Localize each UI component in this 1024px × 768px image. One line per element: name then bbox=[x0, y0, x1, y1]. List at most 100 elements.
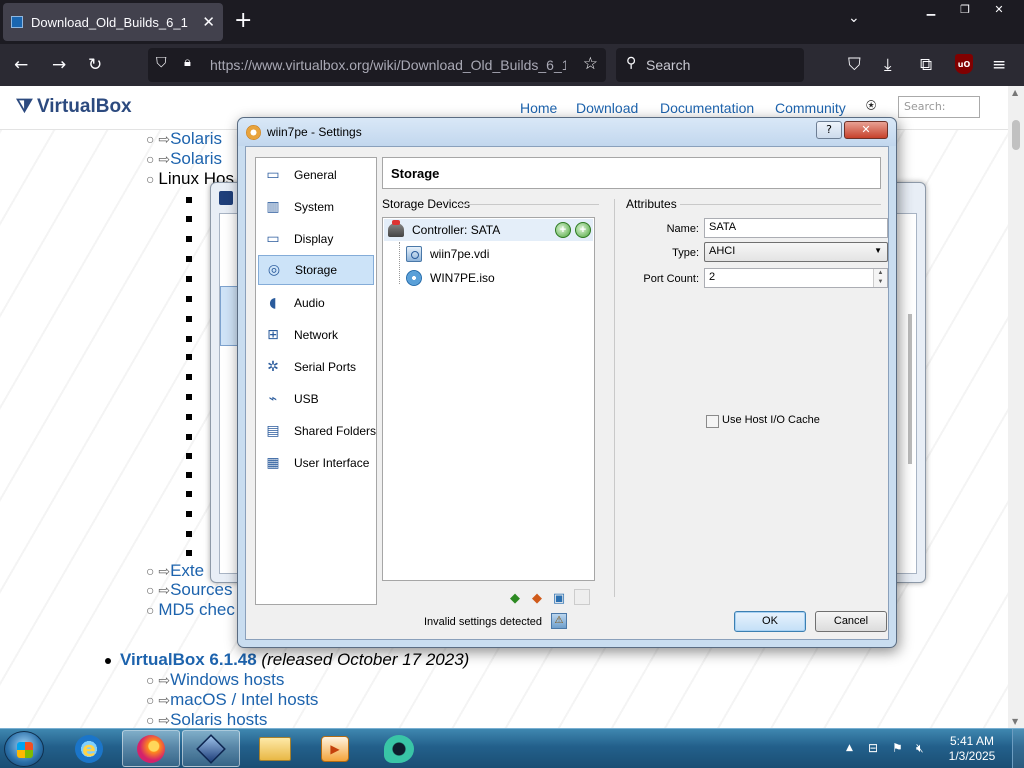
nav-download[interactable]: Download bbox=[576, 100, 638, 116]
forward-icon[interactable]: → bbox=[52, 54, 66, 76]
show-desktop-button[interactable] bbox=[1012, 729, 1024, 768]
taskbar-virtualbox[interactable] bbox=[182, 730, 240, 767]
page-scrollbar[interactable]: ▲ ▼ bbox=[1008, 86, 1024, 728]
add-attachment-icon[interactable]: ▣ bbox=[550, 589, 568, 607]
controller-type-select[interactable]: AHCI ▼ bbox=[704, 242, 888, 262]
nav-item-network[interactable]: ⊞ Network bbox=[258, 320, 374, 350]
site-search-input[interactable]: Search: bbox=[898, 96, 980, 118]
scroll-down-icon[interactable]: ▼ bbox=[1012, 717, 1018, 726]
list-item[interactable]: ○ ⇨macOS / Intel hosts bbox=[146, 690, 318, 710]
show-hidden-icons-icon[interactable]: ▲ bbox=[846, 743, 853, 753]
dialog-titlebar[interactable]: wiin7pe - Settings ? ✕ bbox=[238, 118, 896, 146]
hard-disk-item[interactable]: wiin7pe.vdi bbox=[384, 243, 593, 265]
solaris-hosts-link[interactable]: Solaris hosts bbox=[170, 710, 267, 728]
settings-dialog: wiin7pe - Settings ? ✕ ▭ General ▥ Syste… bbox=[237, 117, 897, 648]
restore-icon[interactable]: ❐ bbox=[948, 0, 982, 18]
host-io-cache-checkbox[interactable] bbox=[706, 415, 719, 428]
action-center-flag-icon[interactable]: ⚑ bbox=[892, 741, 903, 755]
nav-documentation[interactable]: Documentation bbox=[660, 100, 754, 116]
reload-icon[interactable]: ↻ bbox=[88, 54, 102, 76]
close-window-icon[interactable]: ✕ bbox=[982, 0, 1016, 18]
firefox-icon bbox=[137, 734, 165, 763]
minimize-icon[interactable]: ▁ bbox=[914, 0, 948, 18]
remove-controller-icon[interactable]: ◆ bbox=[528, 589, 546, 607]
add-hard-disk-icon[interactable]: + bbox=[575, 222, 591, 238]
tracking-protection-icon[interactable]: ⛉ bbox=[156, 55, 167, 71]
taskbar-internet-explorer[interactable]: e bbox=[60, 730, 118, 767]
help-button[interactable]: ? bbox=[816, 121, 842, 139]
extensions-icon[interactable]: ⧉ bbox=[920, 54, 932, 76]
user-icon[interactable]: ⍟ bbox=[866, 96, 876, 116]
nav-item-serial-ports[interactable]: ✲ Serial Ports bbox=[258, 352, 374, 382]
nav-item-shared-folders[interactable]: ▤ Shared Folders bbox=[258, 416, 376, 446]
downloads-icon[interactable]: ⤓ bbox=[884, 54, 892, 76]
list-item[interactable]: ○ ⇨Windows hosts bbox=[146, 670, 284, 690]
remove-attachment-icon bbox=[574, 589, 590, 605]
scroll-up-icon[interactable]: ▲ bbox=[1012, 88, 1018, 97]
url-text[interactable]: https://www.virtualbox.org/wiki/Download… bbox=[210, 57, 566, 73]
nav-item-user-interface[interactable]: ▦ User Interface bbox=[258, 448, 374, 478]
network-icon: ⊞ bbox=[267, 327, 279, 343]
add-optical-drive-icon[interactable]: + bbox=[555, 222, 571, 238]
macos-hosts-link[interactable]: macOS / Intel hosts bbox=[170, 690, 318, 709]
controller-name-input[interactable]: SATA bbox=[704, 218, 888, 238]
bookmark-star-icon[interactable]: ☆ bbox=[583, 54, 598, 74]
release-date: (released October 17 2023) bbox=[256, 650, 470, 669]
release-name-link[interactable]: VirtualBox 6.1.48 bbox=[120, 650, 257, 669]
nav-home[interactable]: Home bbox=[520, 100, 557, 116]
list-item[interactable]: ○ ⇨Solaris bbox=[146, 129, 222, 149]
url-bar[interactable]: ⛉ 🔒︎ https://www.virtualbox.org/wiki/Dow… bbox=[148, 48, 606, 82]
usb-icon: ⌁ bbox=[268, 391, 278, 407]
back-icon[interactable]: ← bbox=[14, 54, 28, 76]
ublock-origin-icon[interactable]: uO bbox=[955, 54, 973, 74]
md5-checksums-link[interactable]: MD5 chec bbox=[158, 600, 235, 619]
list-item[interactable]: ○ ⇨Solaris bbox=[146, 149, 222, 169]
scrollbar-thumb[interactable] bbox=[1012, 120, 1020, 150]
pocket-icon[interactable]: ⛉ bbox=[848, 54, 861, 76]
solaris-link[interactable]: Solaris bbox=[170, 149, 222, 168]
windows-hosts-link[interactable]: Windows hosts bbox=[170, 670, 284, 689]
list-item[interactable]: ○ ⇨Solaris hosts bbox=[146, 710, 267, 728]
add-controller-icon[interactable]: ◆ bbox=[506, 589, 524, 607]
list-all-tabs-icon[interactable]: ⌄ bbox=[848, 10, 860, 26]
nav-item-storage[interactable]: ◎ Storage bbox=[258, 255, 374, 285]
taskbar-firefox[interactable] bbox=[122, 730, 180, 767]
list-item[interactable]: ○ ⇨Sources bbox=[146, 580, 232, 600]
nav-item-display[interactable]: ▭ Display bbox=[258, 224, 374, 254]
site-logo[interactable]: ⧩ VirtualBox bbox=[16, 96, 132, 118]
nav-item-usb[interactable]: ⌁ USB bbox=[258, 384, 374, 414]
ok-button[interactable]: OK bbox=[734, 611, 806, 632]
taskbar-chat-app[interactable] bbox=[370, 730, 428, 767]
controller-sata-item[interactable]: Controller: SATA + + bbox=[384, 219, 593, 241]
nav-item-general[interactable]: ▭ General bbox=[258, 160, 374, 190]
spin-arrows-icon[interactable]: ▲ ▼ bbox=[873, 269, 887, 287]
volume-muted-icon[interactable]: 🔇︎ bbox=[916, 741, 924, 756]
list-item[interactable]: ○ MD5 chec bbox=[146, 600, 235, 620]
manager-scrollbar[interactable] bbox=[908, 314, 912, 464]
system-clock[interactable]: 5:41 AM 1/3/2025 bbox=[937, 734, 1007, 764]
lock-icon[interactable]: 🔒︎ bbox=[184, 55, 191, 70]
cancel-button[interactable]: Cancel bbox=[815, 611, 887, 632]
nav-item-system[interactable]: ▥ System bbox=[258, 192, 374, 222]
search-placeholder[interactable]: Search bbox=[646, 57, 690, 73]
port-count-spinbox[interactable]: 2 ▲ ▼ bbox=[704, 268, 888, 288]
list-item[interactable]: ○ ⇨Exte bbox=[146, 561, 204, 581]
storage-tree[interactable]: Controller: SATA + + wiin7pe.vdi WIN7PE.… bbox=[382, 217, 595, 581]
taskbar-file-explorer[interactable] bbox=[246, 730, 304, 767]
app-menu-icon[interactable]: ≡ bbox=[992, 54, 1006, 76]
nav-community[interactable]: Community bbox=[775, 100, 846, 116]
new-tab-icon[interactable]: + bbox=[234, 8, 252, 34]
tab-close-icon[interactable]: ✕ bbox=[202, 13, 215, 31]
start-button[interactable] bbox=[4, 731, 44, 767]
browser-tab[interactable]: Download_Old_Builds_6_1 – Or ✕ bbox=[3, 3, 223, 41]
network-tray-icon[interactable]: ⊟ bbox=[868, 741, 878, 755]
search-bar[interactable]: ⚲ Search bbox=[616, 48, 804, 82]
taskbar-media-player[interactable]: ▶ bbox=[306, 730, 364, 767]
warning-icon[interactable]: ⚠ bbox=[551, 613, 567, 629]
close-button[interactable]: ✕ bbox=[844, 121, 888, 139]
optical-disk-item[interactable]: WIN7PE.iso bbox=[384, 267, 593, 289]
solaris-link[interactable]: Solaris bbox=[170, 129, 222, 148]
extension-pack-link[interactable]: Exte bbox=[170, 561, 204, 580]
nav-item-audio[interactable]: ◖ Audio bbox=[258, 288, 374, 318]
host-io-cache-label[interactable]: Use Host I/O Cache bbox=[722, 414, 820, 426]
